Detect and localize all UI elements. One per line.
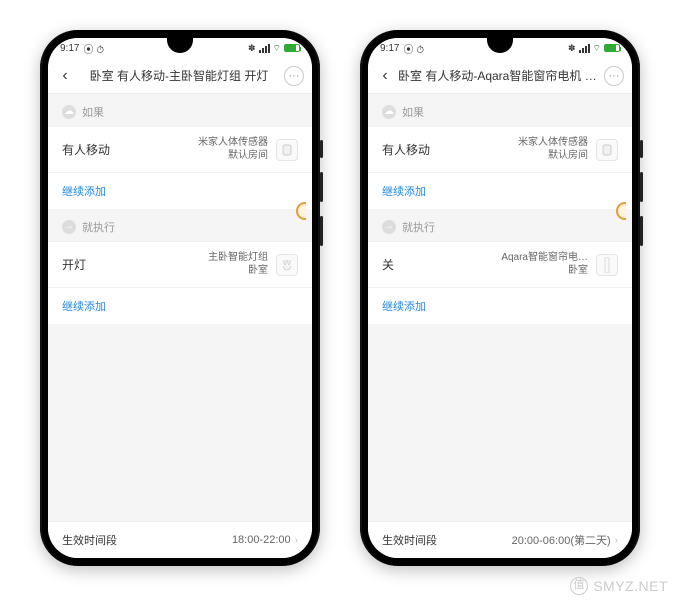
phone-screen: 9:17 ⦿ ⏱ ✽ ⌔ ‹ 卧室 有人移动-Aqara智能窗帘电机 B1 关 … bbox=[368, 38, 632, 558]
section-if: ☁ 如果 bbox=[48, 94, 312, 126]
wifi-icon: ⌔ bbox=[593, 43, 601, 54]
action-name: 关 bbox=[382, 256, 394, 273]
more-icon[interactable]: ··· bbox=[284, 66, 304, 86]
action-name: 开灯 bbox=[62, 256, 86, 273]
if-icon: ☁ bbox=[382, 105, 396, 119]
watermark-badge-icon: 值 bbox=[570, 577, 588, 595]
condition-row[interactable]: 有人移动 米家人体传感器 默认房间 bbox=[368, 126, 632, 172]
action-device: 主卧智能灯组 bbox=[208, 252, 268, 265]
then-label: 就执行 bbox=[402, 219, 435, 235]
page-wrap: 9:17 ⦿ ⏱ ✽ ⌔ ‹ 卧室 有人移动-主卧智能灯组 开灯 ··· ☁ 如… bbox=[0, 0, 680, 603]
watermark: 值 SMYZ.NET bbox=[570, 577, 668, 595]
status-left-icons: ⦿ ⏱ bbox=[83, 41, 104, 56]
if-label: 如果 bbox=[82, 104, 104, 120]
footer-row[interactable]: 生效时间段 18:00-22:00 › bbox=[48, 521, 312, 558]
action-room: 卧室 bbox=[501, 265, 588, 278]
if-icon: ☁ bbox=[62, 105, 76, 119]
section-if: ☁ 如果 bbox=[368, 94, 632, 126]
condition-name: 有人移动 bbox=[62, 141, 110, 158]
bluetooth-icon: ✽ bbox=[568, 43, 576, 54]
sensor-icon bbox=[276, 139, 298, 161]
footer-value: 20:00-06:00(第二天) bbox=[512, 532, 611, 548]
action-row[interactable]: 关 Aqara智能窗帘电… 卧室 bbox=[368, 241, 632, 287]
battery-icon bbox=[284, 44, 300, 52]
action-device: Aqara智能窗帘电… bbox=[501, 252, 588, 265]
section-then: → 就执行 bbox=[368, 209, 632, 241]
signal-icon bbox=[579, 44, 590, 53]
footer-value: 18:00-22:00 bbox=[232, 534, 291, 546]
back-icon[interactable]: ‹ bbox=[376, 67, 394, 85]
footer-row[interactable]: 生效时间段 20:00-06:00(第二天) › bbox=[368, 521, 632, 558]
condition-device: 米家人体传感器 bbox=[518, 137, 588, 150]
condition-room: 默认房间 bbox=[198, 150, 268, 163]
wifi-icon: ⌔ bbox=[273, 43, 281, 54]
condition-device: 米家人体传感器 bbox=[198, 137, 268, 150]
page-header: ‹ 卧室 有人移动-主卧智能灯组 开灯 ··· bbox=[48, 58, 312, 94]
chevron-right-icon: › bbox=[615, 535, 618, 546]
condition-row[interactable]: 有人移动 米家人体传感器 默认房间 bbox=[48, 126, 312, 172]
action-row[interactable]: 开灯 主卧智能灯组 卧室 bbox=[48, 241, 312, 287]
back-icon[interactable]: ‹ bbox=[56, 67, 74, 85]
condition-name: 有人移动 bbox=[382, 141, 430, 158]
signal-icon bbox=[259, 44, 270, 53]
content-spacer bbox=[368, 324, 632, 521]
more-icon[interactable]: ··· bbox=[604, 66, 624, 86]
action-room: 卧室 bbox=[208, 265, 268, 278]
battery-icon bbox=[604, 44, 620, 52]
if-label: 如果 bbox=[402, 104, 424, 120]
sensor-icon bbox=[596, 139, 618, 161]
page-title: 卧室 有人移动-Aqara智能窗帘电机 B1 关 bbox=[394, 67, 604, 84]
bluetooth-icon: ✽ bbox=[248, 43, 256, 54]
status-time: 9:17 bbox=[60, 43, 79, 54]
add-condition-link[interactable]: 继续添加 bbox=[368, 172, 632, 209]
watermark-text: SMYZ.NET bbox=[593, 578, 668, 594]
phone-frame: 9:17 ⦿ ⏱ ✽ ⌔ ‹ 卧室 有人移动-主卧智能灯组 开灯 ··· ☁ 如… bbox=[40, 30, 320, 566]
then-icon: → bbox=[62, 220, 76, 234]
add-action-link[interactable]: 继续添加 bbox=[48, 287, 312, 324]
then-label: 就执行 bbox=[82, 219, 115, 235]
phone-frame: 9:17 ⦿ ⏱ ✽ ⌔ ‹ 卧室 有人移动-Aqara智能窗帘电机 B1 关 … bbox=[360, 30, 640, 566]
phone-screen: 9:17 ⦿ ⏱ ✽ ⌔ ‹ 卧室 有人移动-主卧智能灯组 开灯 ··· ☁ 如… bbox=[48, 38, 312, 558]
section-then: → 就执行 bbox=[48, 209, 312, 241]
chevron-right-icon: › bbox=[295, 535, 298, 546]
condition-room: 默认房间 bbox=[518, 150, 588, 163]
footer-label: 生效时间段 bbox=[382, 532, 437, 548]
action-device-icon bbox=[276, 254, 298, 276]
then-icon: → bbox=[382, 220, 396, 234]
content-spacer bbox=[48, 324, 312, 521]
action-device-icon bbox=[596, 254, 618, 276]
footer-label: 生效时间段 bbox=[62, 532, 117, 548]
page-header: ‹ 卧室 有人移动-Aqara智能窗帘电机 B1 关 ··· bbox=[368, 58, 632, 94]
page-title: 卧室 有人移动-主卧智能灯组 开灯 bbox=[74, 67, 284, 84]
add-condition-link[interactable]: 继续添加 bbox=[48, 172, 312, 209]
status-time: 9:17 bbox=[380, 43, 399, 54]
add-action-link[interactable]: 继续添加 bbox=[368, 287, 632, 324]
status-left-icons: ⦿ ⏱ bbox=[403, 41, 424, 56]
